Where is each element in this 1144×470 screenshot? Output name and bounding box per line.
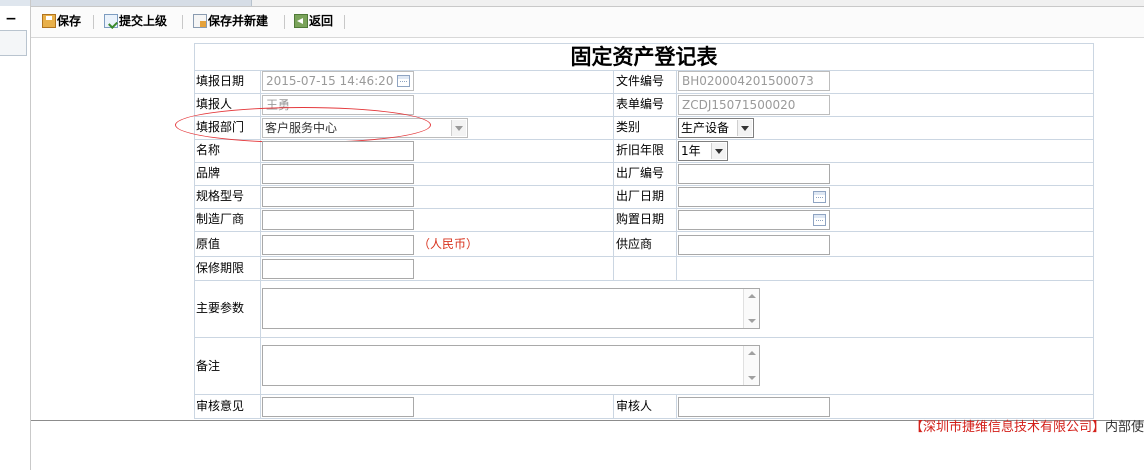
left-rail-top-strip	[0, 0, 30, 6]
brand-label: 品牌	[196, 166, 221, 180]
grid-line	[613, 394, 614, 418]
scrollbar[interactable]	[743, 289, 759, 328]
form-no-field[interactable]: ZCDJ15071500020	[678, 95, 830, 115]
form-title: 固定资产登记表	[570, 44, 718, 69]
original-value-label: 原值	[196, 237, 221, 251]
manufacturer-label: 制造厂商	[196, 212, 245, 226]
toolbar: 保存 提交上级 保存并新建 返回	[31, 7, 1144, 38]
name-field[interactable]	[262, 141, 414, 161]
save-new-button-label: 保存并新建	[208, 14, 269, 28]
chevron-down-icon	[737, 120, 752, 136]
save-new-button[interactable]: 保存并新建	[193, 12, 268, 30]
fill-date-label: 填报日期	[196, 74, 245, 88]
mfg-date-label: 出厂日期	[616, 189, 665, 203]
footer: 【深圳市捷维信息技术有限公司】内部使	[910, 419, 1144, 437]
category-label: 类别	[616, 120, 641, 134]
depreciation-label: 折旧年限	[616, 143, 665, 157]
supplier-label: 供应商	[616, 237, 653, 251]
main-params-label: 主要参数	[196, 301, 245, 315]
mfg-date-field[interactable]	[678, 187, 830, 207]
chevron-down-icon	[711, 143, 726, 159]
reviewer-label: 审核人	[616, 399, 653, 413]
currency-note: （人民币）	[418, 237, 479, 251]
toolbar-divider	[344, 15, 345, 29]
back-button-label: 返回	[309, 14, 334, 28]
save-button-label: 保存	[57, 14, 82, 28]
original-value-field[interactable]	[262, 235, 414, 255]
brand-field[interactable]	[262, 164, 414, 184]
left-rail: −	[0, 0, 31, 470]
grid-line	[676, 70, 677, 280]
depreciation-select[interactable]: 1年	[678, 141, 728, 161]
warranty-field[interactable]	[262, 259, 414, 279]
review-opinion-label: 审核意见	[196, 399, 245, 413]
save-new-icon	[193, 14, 207, 28]
grid-line	[194, 43, 195, 419]
back-icon	[294, 14, 308, 28]
grid-line	[613, 70, 614, 280]
footer-company: 【深圳市捷维信息技术有限公司】	[909, 420, 1105, 435]
remarks-label: 备注	[196, 359, 221, 373]
model-label: 规格型号	[196, 189, 245, 203]
warranty-label: 保修期限	[196, 261, 245, 275]
main-params-textarea[interactable]	[262, 288, 760, 329]
department-label: 填报部门	[196, 120, 245, 134]
calendar-icon[interactable]	[397, 75, 410, 87]
left-rail-tab[interactable]	[0, 30, 27, 56]
grid-line	[194, 337, 1094, 338]
filler-field[interactable]: 王勇	[262, 95, 414, 115]
grid-line	[194, 231, 1094, 232]
grid-line	[1093, 43, 1094, 419]
name-label: 名称	[196, 143, 221, 157]
manufacturer-field[interactable]	[262, 210, 414, 230]
save-button[interactable]: 保存	[42, 12, 81, 30]
submit-button-label: 提交上级	[119, 14, 168, 28]
department-value: 客户服务中心	[265, 121, 338, 135]
doc-no-field[interactable]: BH020004201500073	[678, 71, 830, 91]
review-opinion-field[interactable]	[262, 397, 414, 417]
toolbar-divider	[284, 15, 285, 29]
scrollbar[interactable]	[743, 346, 759, 385]
serial-no-label: 出厂编号	[616, 166, 665, 180]
grid-line	[260, 70, 261, 419]
reviewer-field[interactable]	[678, 397, 830, 417]
calendar-icon[interactable]	[813, 214, 826, 226]
supplier-field[interactable]	[678, 235, 830, 255]
scroll-down-icon[interactable]	[748, 376, 756, 380]
collapse-icon[interactable]: −	[4, 12, 18, 26]
scroll-up-icon[interactable]	[748, 351, 756, 355]
toolbar-divider	[182, 15, 183, 29]
submit-icon	[104, 14, 118, 28]
category-select[interactable]: 生产设备	[678, 118, 754, 138]
scroll-up-icon[interactable]	[748, 294, 756, 298]
purchase-date-field[interactable]	[678, 210, 830, 230]
tab-bar	[31, 0, 1144, 7]
submit-button[interactable]: 提交上级	[104, 12, 167, 30]
calendar-icon[interactable]	[813, 191, 826, 203]
grid-line	[676, 394, 677, 418]
fill-date-field[interactable]: 2015-07-15 14:46:20	[262, 71, 414, 91]
form-no-label: 表单编号	[616, 97, 665, 111]
remarks-textarea[interactable]	[262, 345, 760, 386]
doc-no-label: 文件编号	[616, 74, 665, 88]
model-field[interactable]	[262, 187, 414, 207]
serial-no-field[interactable]	[678, 164, 830, 184]
depreciation-value: 1年	[681, 144, 701, 158]
grid-line	[194, 116, 1094, 117]
fill-date-value: 2015-07-15 14:46:20	[266, 74, 394, 88]
department-select[interactable]: 客户服务中心	[262, 118, 468, 138]
back-button[interactable]: 返回	[294, 12, 333, 30]
category-value: 生产设备	[681, 121, 730, 135]
grid-line	[194, 280, 1094, 281]
purchase-date-label: 购置日期	[616, 212, 665, 226]
toolbar-divider	[93, 15, 94, 29]
scroll-down-icon[interactable]	[748, 319, 756, 323]
tab-active[interactable]	[31, 0, 252, 6]
grid-line	[194, 256, 1094, 257]
filler-label: 填报人	[196, 97, 233, 111]
save-icon	[42, 14, 56, 28]
chevron-down-icon	[451, 120, 466, 136]
footer-suffix: 内部使	[1104, 420, 1144, 435]
